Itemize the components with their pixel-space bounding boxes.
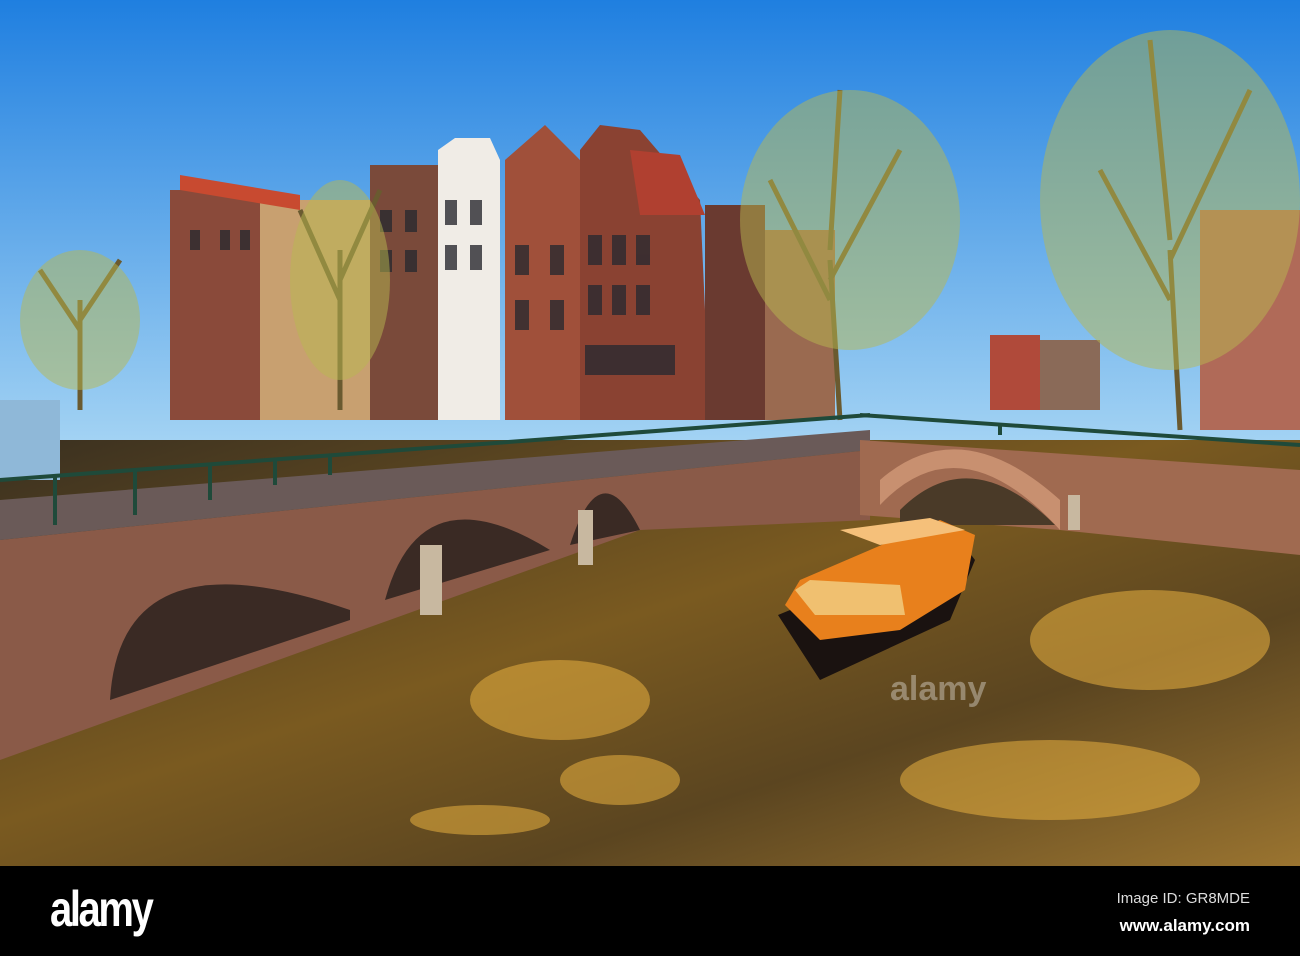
alamy-logo[interactable]: alamy xyxy=(50,880,154,938)
footer-bar: alamy Image ID: GR8MDE www.alamy.com xyxy=(0,866,1300,956)
alamy-watermark: alamy xyxy=(890,670,986,708)
left-canal-water xyxy=(0,400,60,480)
website-link[interactable]: www.alamy.com xyxy=(1120,916,1250,936)
canal-photo: alamy xyxy=(0,0,1300,866)
image-id: Image ID: GR8MDE xyxy=(1116,890,1250,907)
